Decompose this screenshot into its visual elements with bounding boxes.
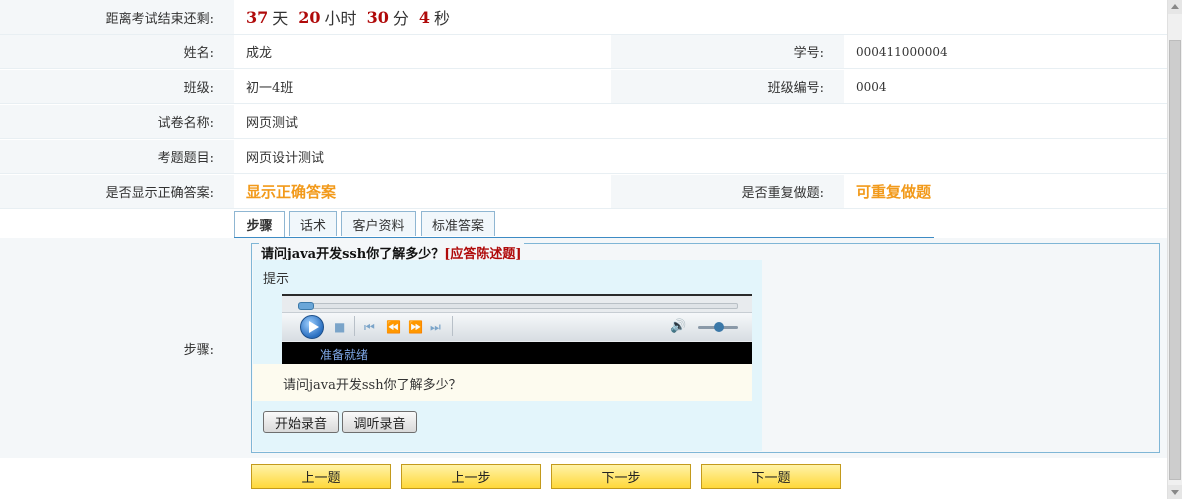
next-step-button[interactable]: 下一步: [551, 464, 691, 489]
repeat-label: 是否重复做题:: [611, 175, 844, 208]
tab-standard-answer[interactable]: 标准答案: [421, 211, 495, 236]
player-separator: [354, 316, 355, 336]
player-separator: [452, 316, 453, 336]
student-id-value: 000411000004: [844, 35, 1168, 68]
timer-minutes: 30: [366, 7, 389, 27]
next-track-icon[interactable]: ⏭: [430, 320, 441, 334]
seek-bar[interactable]: [298, 303, 738, 309]
topic-value: 网页设计测试: [234, 140, 1168, 173]
timer-seconds-unit: 秒: [433, 9, 450, 28]
next-question-button[interactable]: 下一题: [701, 464, 841, 489]
start-recording-button[interactable]: 开始录音: [263, 411, 339, 433]
student-id-label: 学号:: [611, 35, 844, 68]
fast-forward-icon[interactable]: ⏩: [408, 320, 423, 334]
name-value: 成龙: [234, 35, 611, 68]
play-icon[interactable]: [300, 315, 324, 339]
scroll-up-icon[interactable]: [1168, 0, 1182, 14]
tab-steps[interactable]: 步骤: [234, 211, 285, 237]
volume-handle[interactable]: [714, 322, 724, 332]
previous-track-icon[interactable]: ⏮: [364, 320, 375, 334]
timer-days: 37: [246, 7, 269, 27]
timer-seconds: 4: [418, 7, 430, 27]
timer-minutes-unit: 分: [392, 9, 409, 28]
timer-hours: 20: [298, 7, 321, 27]
tab-script[interactable]: 话术: [289, 211, 337, 236]
prev-step-button[interactable]: 上一步: [401, 464, 541, 489]
class-row: 班级: 初一4班 班级编号: 0004: [0, 70, 1168, 104]
listen-recording-button[interactable]: 调听录音: [342, 411, 417, 433]
timer-row: 距离考试结束还剩: 37 天 20 小时 30 分 4 秒: [0, 0, 1168, 35]
hint-label: 提示: [263, 272, 290, 287]
class-label: 班级:: [0, 70, 234, 103]
scroll-thumb[interactable]: [1169, 40, 1181, 480]
media-player: ■ ⏮ ⏪ ⏩ ⏭ 🔊 准备就绪: [282, 294, 752, 364]
repeat-value: 可重复做题: [844, 175, 1168, 208]
topic-label: 考题题目:: [0, 140, 234, 173]
step-label: 步骤:: [0, 238, 234, 458]
paper-row: 试卷名称: 网页测试: [0, 105, 1168, 139]
class-no-value: 0004: [844, 70, 1168, 103]
seek-handle[interactable]: [298, 302, 314, 310]
volume-icon[interactable]: 🔊: [670, 319, 686, 334]
timer-days-unit: 天: [272, 9, 289, 28]
player-status-text: 准备就绪: [320, 348, 369, 362]
paper-value: 网页测试: [234, 105, 1168, 138]
timer-hours-unit: 小时: [324, 9, 357, 28]
show-answer-label: 是否显示正确答案:: [0, 175, 234, 208]
question-text: 请问java开发ssh你了解多少？: [283, 378, 462, 393]
stop-icon[interactable]: ■: [334, 320, 345, 334]
timer-label: 距离考试结束还剩:: [0, 0, 234, 34]
settings-row: 是否显示正确答案: 显示正确答案 是否重复做题: 可重复做题: [0, 175, 1168, 209]
prev-question-button[interactable]: 上一题: [251, 464, 391, 489]
scroll-down-icon[interactable]: [1168, 485, 1182, 499]
class-no-label: 班级编号:: [611, 70, 844, 103]
vertical-scrollbar[interactable]: [1167, 0, 1182, 499]
name-label: 姓名:: [0, 35, 234, 68]
paper-label: 试卷名称:: [0, 105, 234, 138]
player-top-border: [282, 294, 752, 296]
timer-value: 37 天 20 小时 30 分 4 秒: [234, 0, 1168, 34]
show-answer-value: 显示正确答案: [234, 175, 611, 208]
tab-customer-info[interactable]: 客户资料: [341, 211, 416, 236]
name-row: 姓名: 成龙 学号: 000411000004: [0, 35, 1168, 69]
class-value: 初一4班: [234, 70, 611, 103]
player-status-bar: 准备就绪: [282, 342, 752, 364]
topic-row: 考题题目: 网页设计测试: [0, 140, 1168, 174]
rewind-icon[interactable]: ⏪: [386, 320, 401, 334]
tab-bar: 步骤 话术 客户资料 标准答案: [234, 211, 934, 238]
